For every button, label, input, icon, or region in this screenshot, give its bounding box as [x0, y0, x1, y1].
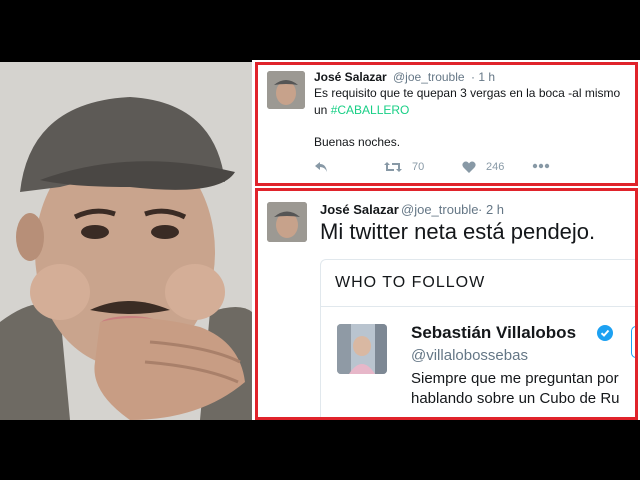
who-to-follow-title: WHO TO FOLLOW: [335, 274, 486, 291]
tweet-text-prefix: un: [314, 103, 331, 117]
like-count: 246: [486, 161, 505, 173]
suggested-user-bio-line-2: hablando sobre un Cubo de Ru: [411, 390, 620, 407]
avatar[interactable]: [267, 71, 305, 109]
tweet-author-handle[interactable]: @joe_trouble: [401, 202, 479, 217]
reply-icon: [315, 162, 327, 172]
like-button[interactable]: 246: [462, 161, 504, 173]
tweet-text-line-1: Es requisito que te quepan 3 vergas en l…: [314, 86, 621, 100]
tweet-actions: 70 246: [314, 161, 554, 179]
bottom-letterbox: [0, 420, 640, 480]
tweet-text-line-3: Buenas noches.: [314, 135, 401, 149]
retweet-button[interactable]: 70: [384, 161, 424, 173]
tweet-text: Mi twitter neta está pendejo.: [320, 219, 596, 244]
top-letterbox: [0, 0, 640, 60]
more-icon: [532, 163, 550, 169]
tweet-author-handle[interactable]: @joe_trouble: [393, 70, 465, 84]
tweet-time[interactable]: · 1 h: [471, 70, 495, 84]
suggested-user-bio-line-1: Siempre que me preguntan por: [411, 370, 619, 387]
tweet-card-2[interactable]: José Salazar @joe_trouble · 2 h Mi twitt…: [255, 188, 638, 420]
verified-icon: [597, 325, 613, 341]
profile-photo: [0, 62, 252, 420]
divider: [321, 306, 635, 307]
tweet-time[interactable]: · 2 h: [478, 202, 504, 217]
who-to-follow-card: WHO TO FOLLOW Sebastián Villalobos @vill…: [320, 259, 635, 417]
reply-button[interactable]: [314, 161, 328, 173]
suggested-user-handle[interactable]: @villalobossebas: [411, 347, 528, 364]
like-icon: [462, 161, 476, 173]
suggested-user-name[interactable]: Sebastián Villalobos: [411, 323, 576, 343]
suggested-user-avatar[interactable]: [337, 324, 387, 374]
tweet-author-name[interactable]: José Salazar: [314, 70, 387, 84]
tweet-card-1[interactable]: José Salazar @joe_trouble · 1 h Es requi…: [255, 62, 638, 186]
avatar[interactable]: [267, 202, 307, 242]
more-button[interactable]: [532, 163, 550, 169]
tweet-text-line-2: un #CABALLERO: [314, 103, 409, 117]
tweet-author-name[interactable]: José Salazar: [320, 202, 399, 217]
retweet-icon: [384, 162, 402, 172]
hashtag-link[interactable]: #CABALLERO: [331, 103, 410, 117]
retweet-count: 70: [412, 161, 425, 173]
follow-button[interactable]: [631, 326, 635, 358]
